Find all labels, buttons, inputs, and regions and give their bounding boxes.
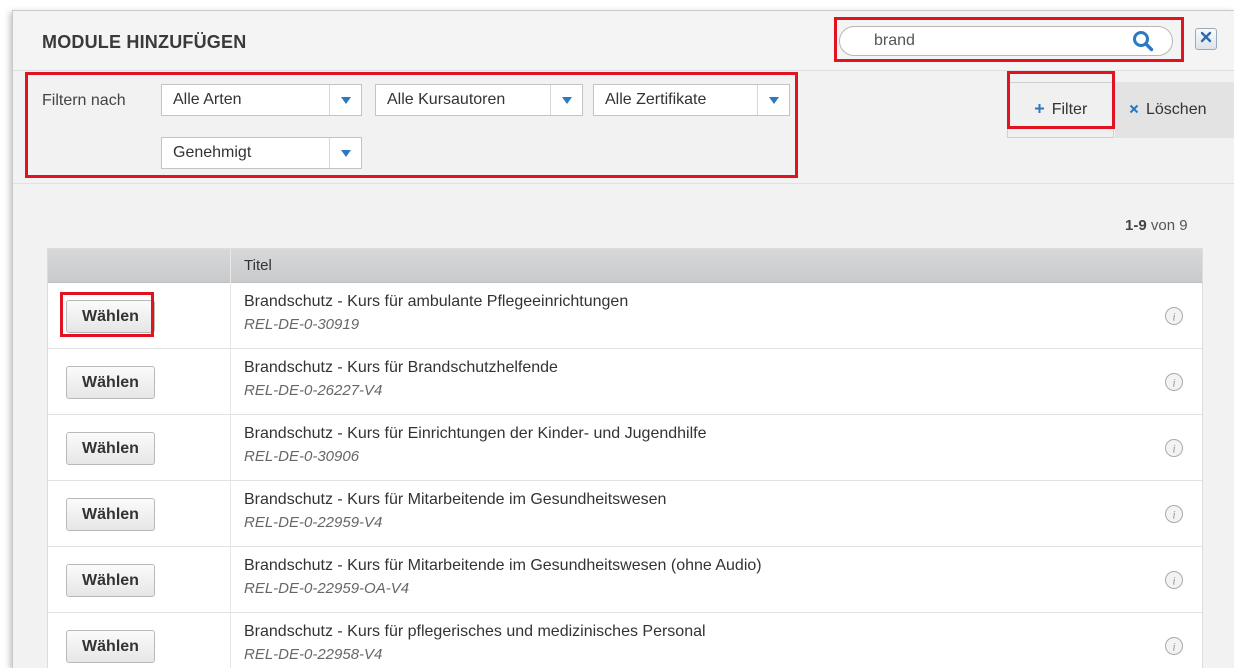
clear-filter-button[interactable]: Löschen xyxy=(1115,82,1234,138)
module-title: Brandschutz - Kurs für ambulante Pflegee… xyxy=(244,293,629,310)
info-icon[interactable]: i xyxy=(1164,570,1184,590)
module-code: REL-DE-0-22959-V4 xyxy=(244,514,383,531)
certificate-select[interactable]: Alle Zertifikate xyxy=(593,84,790,116)
column-divider xyxy=(230,415,231,480)
table-row: Wählen Brandschutz - Kurs für Mitarbeite… xyxy=(48,547,1202,613)
table-header: Titel xyxy=(48,249,1202,283)
module-title: Brandschutz - Kurs für Mitarbeitende im … xyxy=(244,557,762,574)
svg-text:i: i xyxy=(1172,574,1175,588)
table-row: Wählen Brandschutz - Kurs für Einrichtun… xyxy=(48,415,1202,481)
plus-icon xyxy=(1034,101,1045,119)
module-title: Brandschutz - Kurs für pflegerisches und… xyxy=(244,623,706,640)
module-title: Brandschutz - Kurs für Mitarbeitende im … xyxy=(244,491,667,508)
table-row: Wählen Brandschutz - Kurs für ambulante … xyxy=(48,283,1202,349)
module-title: Brandschutz - Kurs für Einrichtungen der… xyxy=(244,425,707,442)
pagination-range: 1-9 xyxy=(1125,217,1147,234)
status-select-value: Genehmigt xyxy=(173,144,252,161)
info-icon[interactable]: i xyxy=(1164,504,1184,524)
search-icon[interactable] xyxy=(1132,30,1154,52)
dialog-header: MODULE HINZUFÜGEN xyxy=(13,11,1234,71)
choose-button[interactable]: Wählen xyxy=(66,630,155,663)
module-code: REL-DE-0-22959-OA-V4 xyxy=(244,580,410,597)
author-select-value: Alle Kursautoren xyxy=(387,91,506,108)
x-icon xyxy=(1129,101,1139,119)
svg-text:i: i xyxy=(1172,508,1175,522)
column-divider xyxy=(230,481,231,546)
column-divider xyxy=(230,349,231,414)
clear-filter-label: Löschen xyxy=(1146,101,1207,118)
column-divider xyxy=(230,283,231,348)
info-icon[interactable]: i xyxy=(1164,438,1184,458)
module-code: REL-DE-0-30919 xyxy=(244,316,360,333)
choose-button[interactable]: Wählen xyxy=(66,432,155,465)
column-divider xyxy=(230,249,231,283)
svg-text:i: i xyxy=(1172,640,1175,654)
column-divider xyxy=(230,547,231,612)
column-divider xyxy=(230,613,231,668)
dialog-title: MODULE HINZUFÜGEN xyxy=(42,32,247,52)
table-row: Wählen Brandschutz - Kurs für Mitarbeite… xyxy=(48,481,1202,547)
info-icon[interactable]: i xyxy=(1164,372,1184,392)
search-input[interactable] xyxy=(839,26,1173,56)
chevron-down-icon xyxy=(757,85,789,115)
chevron-down-icon xyxy=(329,138,361,168)
filter-bar: Filtern nach Alle Arten Alle Kursautoren… xyxy=(13,72,1234,184)
author-select[interactable]: Alle Kursautoren xyxy=(375,84,583,116)
type-select-value: Alle Arten xyxy=(173,91,242,108)
svg-text:i: i xyxy=(1172,442,1175,456)
type-select[interactable]: Alle Arten xyxy=(161,84,362,116)
filter-label: Filtern nach xyxy=(42,92,126,109)
add-filter-button[interactable]: Filter xyxy=(1007,82,1114,138)
add-module-dialog: MODULE HINZUFÜGEN Filtern nach Alle Arte xyxy=(12,10,1234,668)
module-code: REL-DE-0-22958-V4 xyxy=(244,646,383,663)
search-box xyxy=(839,26,1183,64)
choose-button[interactable]: Wählen xyxy=(66,498,155,531)
svg-text:i: i xyxy=(1172,376,1175,390)
results-table: Titel Wählen Brandschutz - Kurs für ambu… xyxy=(47,248,1203,668)
choose-button[interactable]: Wählen xyxy=(66,366,155,399)
pagination-total: von 9 xyxy=(1146,217,1188,234)
add-filter-label: Filter xyxy=(1051,101,1088,118)
close-icon xyxy=(1200,30,1212,48)
module-code: REL-DE-0-30906 xyxy=(244,448,360,465)
close-button[interactable] xyxy=(1195,28,1217,50)
module-title: Brandschutz - Kurs für Brandschutzhelfen… xyxy=(244,359,558,376)
chevron-down-icon xyxy=(329,85,361,115)
table-row: Wählen Brandschutz - Kurs für Brandschut… xyxy=(48,349,1202,415)
status-select[interactable]: Genehmigt xyxy=(161,137,362,169)
info-icon[interactable]: i xyxy=(1164,636,1184,656)
chevron-down-icon xyxy=(550,85,582,115)
pagination-info: 1-9 von 9 xyxy=(1125,217,1188,234)
column-header-title[interactable]: Titel xyxy=(244,257,272,274)
choose-button[interactable]: Wählen xyxy=(66,564,155,597)
certificate-select-value: Alle Zertifikate xyxy=(605,91,707,108)
module-code: REL-DE-0-26227-V4 xyxy=(244,382,383,399)
svg-text:i: i xyxy=(1172,310,1175,324)
choose-button[interactable]: Wählen xyxy=(66,300,155,333)
info-icon[interactable]: i xyxy=(1164,306,1184,326)
table-row: Wählen Brandschutz - Kurs für pflegerisc… xyxy=(48,613,1202,668)
